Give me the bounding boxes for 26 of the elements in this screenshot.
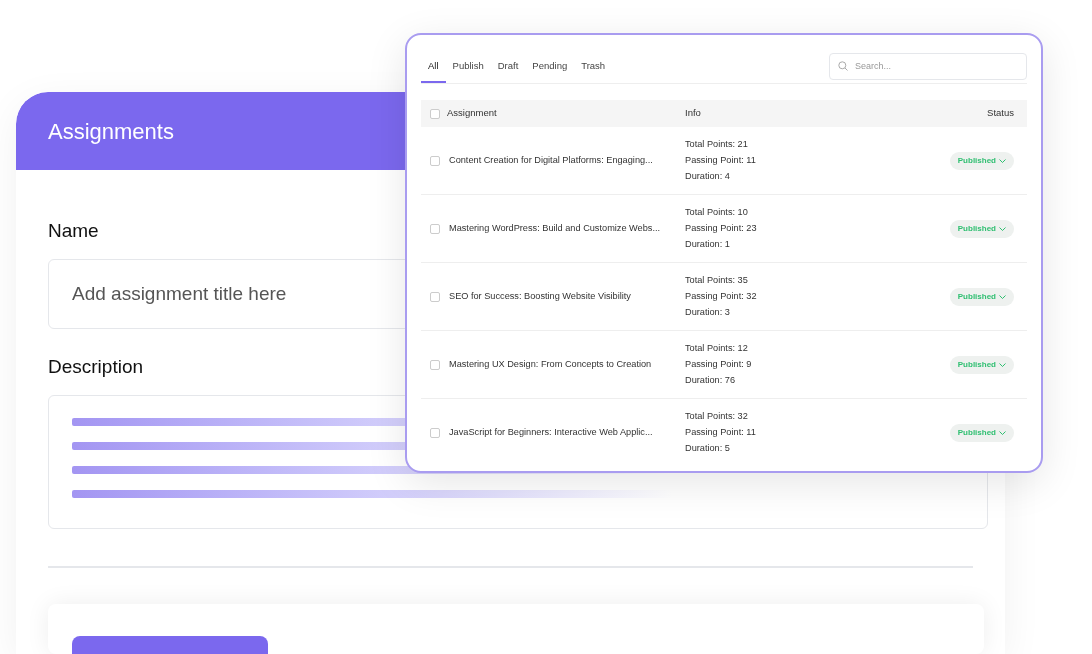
info-text: Passing Point: 9 [685,358,752,371]
page-title: Assignments [48,117,174,146]
info-text: Passing Point: 23 [685,222,757,235]
assignment-title: Mastering WordPress: Build and Customize Webs... [449,221,662,235]
info-text: Total Points: 32 [685,410,749,423]
info-text: Passing Point: 11 [685,426,756,439]
info-text: Total Points: 35 [685,274,749,287]
info-text: Total Points: 21 [685,138,749,151]
column-header: Status [987,106,1014,121]
info-text: Passing Point: 11 [685,154,756,167]
assignment-title: Mastering UX Design: From Concepts to Creation [449,357,653,371]
info-text: Total Points: 10 [685,206,749,219]
assignment-title: SEO for Success: Boosting Website Visibility [449,289,632,303]
assignment-title: Content Creation for Digital Platforms: Engaging... [449,153,654,167]
info-text: Duration: 76 [685,374,737,387]
field-label: Description [48,356,144,378]
info-text: Duration: 1 [685,238,731,251]
info-text: Duration: 4 [685,170,731,183]
column-header: Assignment [447,106,498,121]
info-text: Total Points: 12 [685,342,749,355]
info-text: Duration: 3 [685,306,731,319]
field-label: Name [48,220,99,242]
assignment-title: JavaScript for Beginners: Interactive Web Applic... [449,425,654,439]
info-text: Duration: 5 [685,442,731,455]
column-header: Info [685,106,701,121]
info-text: Passing Point: 32 [685,290,757,303]
